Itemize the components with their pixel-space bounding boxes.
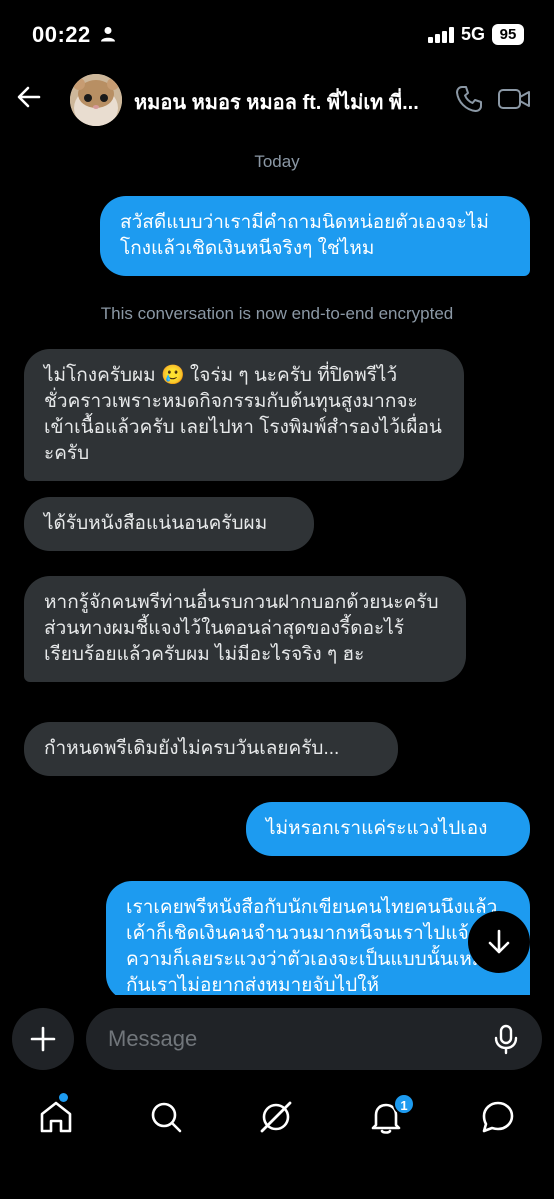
battery-indicator: 95 (492, 24, 524, 45)
notification-count-badge: 1 (393, 1093, 415, 1115)
dm-conversation-screen: 00:22 5G 95 หมอน หมอร หมอล ft. พี่ไม่เท … (0, 0, 554, 1199)
video-call-icon[interactable] (497, 84, 531, 114)
messages-icon[interactable] (478, 1097, 518, 1137)
person-icon (101, 27, 115, 42)
incoming-message[interactable]: ได้รับหนังสือแน่นอนครับผม (24, 497, 314, 551)
add-attachment-button[interactable] (12, 1008, 74, 1070)
hamster-avatar-image (70, 74, 122, 126)
arrow-down-icon (488, 929, 510, 954)
message-field (86, 1008, 542, 1070)
home-icon[interactable] (36, 1097, 76, 1137)
search-icon[interactable] (146, 1097, 186, 1137)
microphone-icon[interactable] (490, 1023, 522, 1055)
outgoing-message[interactable]: ไม่หรอกเราแค่ระแวงไปเอง (246, 802, 530, 856)
status-time: 00:22 (32, 22, 91, 47)
incoming-message[interactable]: หากรู้จักคนพรีท่านอื่นรบกวนฝากบอกด้วยนะค… (24, 576, 466, 682)
outgoing-message[interactable]: เราเคยพรีหนังสือกับนักเขียนคนไทยคนนึงแล้… (106, 881, 530, 1001)
conversation-header: หมอน หมอร หมอล ft. พี่ไม่เท พี่... (0, 70, 554, 132)
home-unread-dot (59, 1093, 68, 1102)
bottom-tab-bar: 1 (0, 1085, 554, 1199)
back-arrow-icon[interactable] (14, 82, 44, 112)
status-bar: 00:22 5G 95 (0, 0, 554, 70)
grok-icon[interactable] (256, 1097, 296, 1137)
date-divider: Today (254, 152, 300, 171)
incoming-message[interactable]: ไม่โกงครับผม 🥲 ใจร่ม ๆ นะครับ ที่ปิดพรีไ… (24, 349, 464, 481)
signal-strength-icon (428, 27, 456, 43)
phone-call-icon[interactable] (454, 84, 484, 114)
avatar[interactable] (70, 74, 122, 126)
scroll-to-bottom-button[interactable] (468, 911, 530, 973)
plus-icon (30, 1026, 56, 1052)
message-composer (0, 995, 554, 1085)
network-type: 5G (461, 24, 486, 44)
message-input[interactable] (108, 1008, 478, 1070)
outgoing-message[interactable]: สวัสดีแบบว่าเรามีคำถามนิดหน่อยตัวเองจะไม… (100, 196, 530, 276)
encryption-notice: This conversation is now end-to-end encr… (100, 304, 454, 323)
conversation-title[interactable]: หมอน หมอร หมอล ft. พี่ไม่เท พี่... (134, 86, 430, 118)
incoming-message[interactable]: กำหนดพรีเดิมยังไม่ครบวันเลยครับ... (24, 722, 398, 776)
